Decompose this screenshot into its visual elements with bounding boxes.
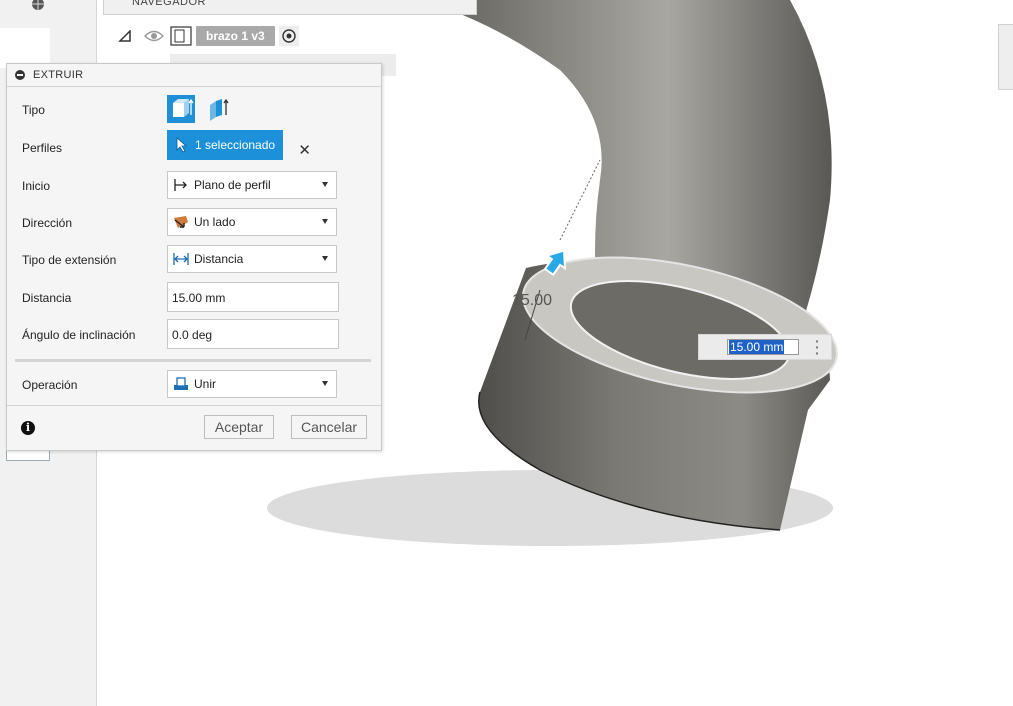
- profile-selection-button[interactable]: 1 seleccionado: [167, 130, 284, 160]
- chevron-down-icon: [322, 381, 328, 386]
- row-angulo: Ángulo de inclinación 0.0 deg: [7, 317, 381, 353]
- operation-value: Unir: [194, 377, 217, 391]
- label-perfiles: Perfiles: [22, 141, 63, 155]
- label-distancia: Distancia: [22, 291, 72, 305]
- label-tipo: Tipo: [22, 103, 45, 117]
- label-inicio: Inicio: [22, 179, 51, 193]
- menu-dots-icon[interactable]: · · ·: [815, 334, 820, 360]
- extrude-dialog-header[interactable]: EXTRUIR: [7, 64, 381, 87]
- direction-value: Un lado: [194, 215, 236, 229]
- extrude-surface-button[interactable]: [204, 95, 232, 123]
- direction-icon: [174, 216, 188, 228]
- distance-icon: [173, 253, 189, 265]
- profile-selection-text: 1 seleccionado: [195, 138, 276, 152]
- chevron-down-icon: [322, 256, 328, 261]
- navigator-bar[interactable]: NAVEGADOR: [103, 0, 477, 15]
- component-name[interactable]: brazo 1 v3: [196, 26, 275, 46]
- chevron-down-icon: [322, 182, 328, 187]
- start-value: Plano de perfil: [194, 178, 271, 192]
- extent-type-value: Distancia: [194, 252, 244, 266]
- row-tipo-extension: Tipo de extensión Distancia: [7, 242, 381, 278]
- cancel-button[interactable]: Cancelar: [291, 415, 367, 439]
- label-tipo-extension: Tipo de extensión: [22, 253, 117, 267]
- row-perfiles: Perfiles 1 seleccionado ✕: [7, 130, 381, 166]
- dialog-title: EXTRUIR: [33, 69, 84, 81]
- floating-distance-value: 15.00 mm: [729, 340, 785, 354]
- canvas-thumbnail: [0, 28, 50, 68]
- direction-dropdown[interactable]: Un lado: [167, 208, 337, 236]
- eye-icon[interactable]: [144, 29, 164, 43]
- chevron-down-icon: [322, 219, 328, 224]
- triangle-expand-icon[interactable]: [118, 30, 132, 42]
- viewcube[interactable]: [998, 24, 1013, 90]
- section-divider: [15, 359, 371, 362]
- extrude-solid-button[interactable]: [167, 95, 195, 123]
- clear-x-icon[interactable]: ✕: [298, 141, 311, 159]
- label-angulo: Ángulo de inclinación: [22, 328, 136, 342]
- footer-divider: [7, 405, 381, 406]
- extent-type-dropdown[interactable]: Distancia: [167, 245, 337, 273]
- component-box-icon: [170, 26, 192, 46]
- row-tipo: Tipo: [7, 92, 381, 128]
- info-icon[interactable]: i: [21, 421, 35, 435]
- row-direccion: Dirección Un lado: [7, 205, 381, 241]
- join-icon: [174, 377, 188, 390]
- row-inicio: Inicio Plano de perfil: [7, 168, 381, 204]
- extrude-surface-icon: [210, 98, 229, 121]
- taper-angle-input[interactable]: 0.0 deg: [167, 319, 339, 349]
- floating-distance-field[interactable]: 15.00 mm: [727, 339, 799, 355]
- navigator-title: NAVEGADOR: [132, 0, 206, 8]
- label-operacion: Operación: [22, 378, 78, 392]
- extrude-solid-icon: [173, 98, 194, 117]
- globe-icon[interactable]: [30, 0, 46, 15]
- ok-button[interactable]: Aceptar: [204, 415, 274, 439]
- radio-target-icon[interactable]: [278, 26, 299, 46]
- cursor-select-icon: [176, 137, 188, 153]
- navigator-component-row[interactable]: brazo 1 v3: [118, 24, 299, 48]
- collapse-icon[interactable]: [15, 70, 25, 80]
- row-distancia: Distancia 15.00 mm: [7, 280, 381, 316]
- extrude-dialog: EXTRUIR Tipo Perfiles 1 seleccionado ✕ I…: [6, 63, 382, 451]
- distance-input[interactable]: 15.00 mm: [167, 282, 339, 312]
- row-operacion: Operación Unir: [7, 367, 381, 403]
- floating-distance-input[interactable]: 15.00 mm · · ·: [698, 334, 832, 360]
- start-dropdown[interactable]: Plano de perfil: [167, 171, 337, 199]
- profile-plane-icon: [174, 179, 187, 191]
- operation-dropdown[interactable]: Unir: [167, 370, 337, 398]
- dimension-label: 15.00: [512, 292, 553, 309]
- label-direccion: Dirección: [22, 216, 73, 230]
